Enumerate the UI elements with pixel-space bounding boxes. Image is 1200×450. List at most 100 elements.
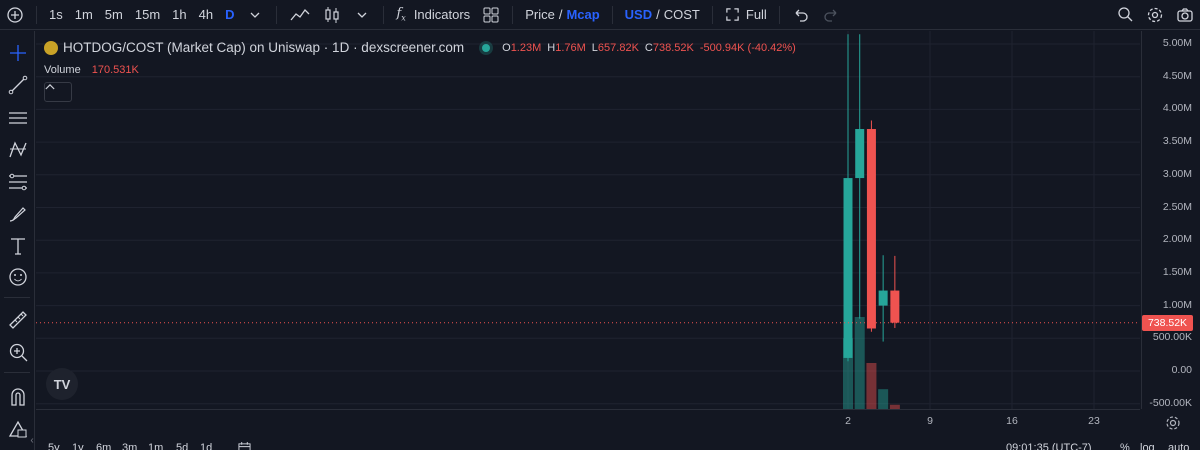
candle-body [843, 178, 853, 358]
time-axis-label: 23 [1088, 415, 1100, 427]
volume-label: Volume [44, 64, 81, 76]
divider [36, 5, 37, 24]
price-axis-label: 4.50M [1162, 69, 1192, 82]
pitchfork-icon[interactable] [0, 136, 35, 164]
price-axis-label: 3.00M [1162, 167, 1192, 180]
interval-1h[interactable]: 1h [166, 0, 192, 30]
candle-body [855, 129, 865, 179]
high-value: 1.76M [555, 41, 586, 54]
range-6m[interactable]: 6m [96, 442, 111, 450]
usd-label: USD [624, 7, 653, 22]
chevron-down-icon[interactable] [240, 0, 270, 30]
candle-body [866, 129, 876, 329]
interval-d[interactable]: D [219, 0, 240, 30]
clock-time[interactable]: 09:01:35 (UTC-7) [1006, 442, 1092, 450]
indicators-button[interactable]: fx Indicators [390, 0, 476, 30]
high-label: H [547, 41, 556, 54]
interval-15m[interactable]: 15m [129, 0, 166, 30]
chart-canvas[interactable] [36, 31, 1140, 409]
divider [778, 5, 780, 24]
redo-icon[interactable] [816, 0, 846, 30]
line-chart-icon[interactable] [283, 0, 317, 30]
candles-icon[interactable] [317, 0, 347, 30]
status-dot-icon [482, 43, 491, 52]
range-1d[interactable]: 1d [200, 442, 212, 450]
add-symbol-icon[interactable] [0, 0, 30, 30]
price-axis-label: 4.00M [1162, 102, 1192, 115]
price-axis-label: 5.00M [1162, 37, 1192, 49]
interval-1m[interactable]: 1m [69, 0, 99, 30]
open-label: O [502, 41, 511, 54]
auto-toggle[interactable]: auto [1168, 442, 1189, 450]
bottom-bar: 5y 1y 6m 3m 1m 5d 1d 09:01:35 (UTC-7) % … [36, 434, 1200, 450]
emoji-icon[interactable] [0, 263, 35, 291]
percent-toggle[interactable]: % [1120, 442, 1130, 450]
divider [711, 5, 713, 24]
divider [611, 5, 613, 24]
magnet-icon[interactable] [0, 382, 35, 410]
divider [4, 297, 30, 298]
legend-toggle-button[interactable] [44, 82, 72, 102]
log-toggle[interactable]: log [1140, 442, 1155, 450]
range-1m[interactable]: 1m [148, 442, 163, 450]
low-value: 657.82K [597, 41, 639, 54]
interval-5m[interactable]: 5m [99, 0, 129, 30]
close-label: C [644, 41, 653, 54]
volume-bar [854, 317, 865, 409]
text-tool-icon[interactable] [0, 232, 35, 260]
collapse-sidebar-chevron-icon[interactable]: ‹ [28, 431, 36, 449]
price-axis[interactable]: 5.00M 4.50M 4.00M 3.50M 3.00M 2.50M 2.00M 1.50M… [1141, 31, 1200, 409]
time-axis-label: 2 [845, 415, 851, 427]
camera-icon[interactable] [1170, 0, 1200, 30]
price-axis-label: 2.50M [1162, 200, 1192, 213]
full-label: Full [745, 7, 767, 22]
interval-4h[interactable]: 4h [193, 0, 219, 30]
undo-icon[interactable] [786, 0, 816, 30]
price-axis-label: 0.00 [1171, 364, 1192, 376]
brush-icon[interactable] [0, 200, 35, 228]
price-axis-label: 3.50M [1162, 135, 1192, 148]
fib-retracement-icon[interactable] [0, 168, 35, 196]
function-icon: fx [396, 6, 406, 23]
volume-legend: Volume 170.531K [44, 64, 139, 76]
mcap-label: Mcap [566, 7, 600, 22]
divider [276, 5, 278, 24]
crosshair-icon[interactable] [0, 39, 35, 67]
horizontal-lines-icon[interactable] [0, 104, 35, 132]
price-axis-label: -500.00K [1149, 396, 1192, 409]
chevron-down-icon[interactable] [347, 0, 377, 30]
volume-bar [866, 363, 877, 409]
chart-pane[interactable]: HOTDOG/COST (Market Cap) on Uniswap · 1D… [36, 31, 1140, 409]
logo-text: TV [53, 376, 71, 392]
currency-toggle[interactable]: USD / COST [619, 0, 706, 30]
quick-search-icon[interactable] [1110, 0, 1140, 30]
close-value: 738.52K [652, 41, 694, 54]
change-value: -500.94K (-40.42%) [699, 41, 796, 54]
interval-1s[interactable]: 1s [43, 0, 69, 30]
range-5y[interactable]: 5y [48, 442, 60, 450]
candle-body [878, 290, 888, 306]
token-avatar [44, 40, 58, 55]
range-1y[interactable]: 1y [72, 442, 84, 450]
settings-gear-icon[interactable] [1140, 0, 1170, 30]
volume-bar [878, 389, 889, 409]
fullscreen-button[interactable]: Full [719, 0, 773, 30]
time-axis[interactable]: 2 9 16 23 [36, 409, 1140, 433]
calendar-icon[interactable] [238, 442, 251, 450]
axis-settings-gear-icon[interactable] [1164, 414, 1182, 432]
divider [512, 5, 514, 24]
fullscreen-icon [725, 7, 740, 22]
tradingview-logo[interactable]: TV [46, 368, 78, 400]
layout-grid-icon[interactable] [476, 0, 506, 30]
range-3m[interactable]: 3m [122, 442, 137, 450]
range-5d[interactable]: 5d [176, 442, 188, 450]
drawing-toolbar: ‹ [0, 31, 35, 450]
ruler-icon[interactable] [0, 306, 35, 334]
price-mcap-toggle[interactable]: Price / Mcap [519, 0, 605, 30]
zoom-in-icon[interactable] [0, 338, 35, 366]
current-price-tag: 738.52K [1142, 314, 1193, 331]
divider [4, 372, 30, 373]
time-axis-label: 9 [927, 415, 933, 427]
trend-line-icon[interactable] [0, 71, 35, 99]
price-label: Price [525, 7, 555, 22]
